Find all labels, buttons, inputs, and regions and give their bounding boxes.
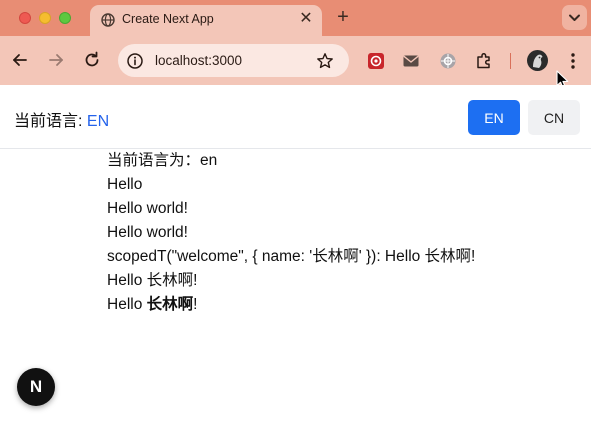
tab-close-icon[interactable]: ✕ [298, 11, 314, 27]
tab-search-button[interactable] [562, 5, 587, 30]
current-language-line: 当前语言为：en [107, 152, 218, 169]
reload-icon [85, 51, 99, 67]
kebab-menu-icon[interactable] [566, 51, 580, 71]
hello-prefix: Hello [107, 272, 147, 289]
browser-window: Create Next App ✕ + localhost:3000 当前语言:… [0, 0, 591, 422]
name-text: 长林啊! [146, 272, 198, 289]
forward-button[interactable] [44, 48, 68, 72]
current-language-indicator: 当前语言: EN [14, 107, 109, 131]
page-viewport: 当前语言: EN EN CN 当前语言为：en Hello Hello worl… [0, 85, 591, 422]
three-dots-icon [571, 53, 575, 69]
profile-avatar-icon[interactable] [527, 50, 548, 71]
back-arrow-icon [13, 54, 27, 66]
en-button[interactable]: EN [468, 100, 520, 135]
reload-button[interactable] [80, 48, 104, 72]
exclamation-text: ! [193, 296, 198, 313]
toolbar-separator [510, 53, 511, 69]
browser-toolbar: localhost:3000 [0, 36, 591, 85]
url-text[interactable]: localhost:3000 [155, 53, 242, 68]
tab-title: Create Next App [122, 12, 214, 26]
mail-icon[interactable] [402, 52, 420, 70]
tab-create-next-app[interactable]: Create Next App ✕ [90, 5, 322, 36]
maximize-window-button[interactable] [59, 12, 71, 24]
hello-prefix: Hello [107, 296, 147, 313]
bold-name-text: 长林啊 [146, 296, 194, 313]
address-bar[interactable]: localhost:3000 [118, 44, 349, 77]
new-tab-button[interactable]: + [333, 7, 353, 28]
language-code: EN [86, 113, 110, 130]
nextjs-dev-indicator-button[interactable]: N [17, 368, 55, 406]
close-window-button[interactable] [19, 12, 31, 24]
language-label: 当前语言: [14, 113, 87, 130]
site-info-icon[interactable] [126, 52, 144, 70]
forward-arrow-icon [49, 54, 63, 66]
puzzle-icon[interactable] [475, 52, 493, 70]
extension-gear-icon[interactable] [439, 52, 457, 70]
cn-button[interactable]: CN [528, 100, 580, 135]
hello-name-line: Hello 长林啊! [107, 269, 475, 293]
hello-bold-name-line: Hello 长林啊! [107, 293, 475, 317]
bookmark-star-icon[interactable] [316, 52, 334, 70]
globe-icon [101, 13, 115, 27]
scoped-translation-line: scopedT("welcome", { name: '长林啊' }): Hel… [107, 248, 476, 265]
hello-world-line: Hello world! [107, 224, 188, 241]
minimize-window-button[interactable] [39, 12, 51, 24]
chevron-down-icon [569, 14, 580, 21]
page-header: 当前语言: EN EN CN [0, 85, 591, 149]
translation-output: 当前语言为：en Hello Hello world! Hello world!… [107, 149, 475, 317]
tab-strip: Create Next App ✕ + [0, 0, 591, 36]
hello-line: Hello [107, 176, 143, 193]
hello-world-line: Hello world! [107, 200, 188, 217]
avatar-silhouette-icon [533, 54, 543, 68]
back-button[interactable] [8, 48, 32, 72]
extension-red-icon[interactable] [367, 52, 385, 70]
